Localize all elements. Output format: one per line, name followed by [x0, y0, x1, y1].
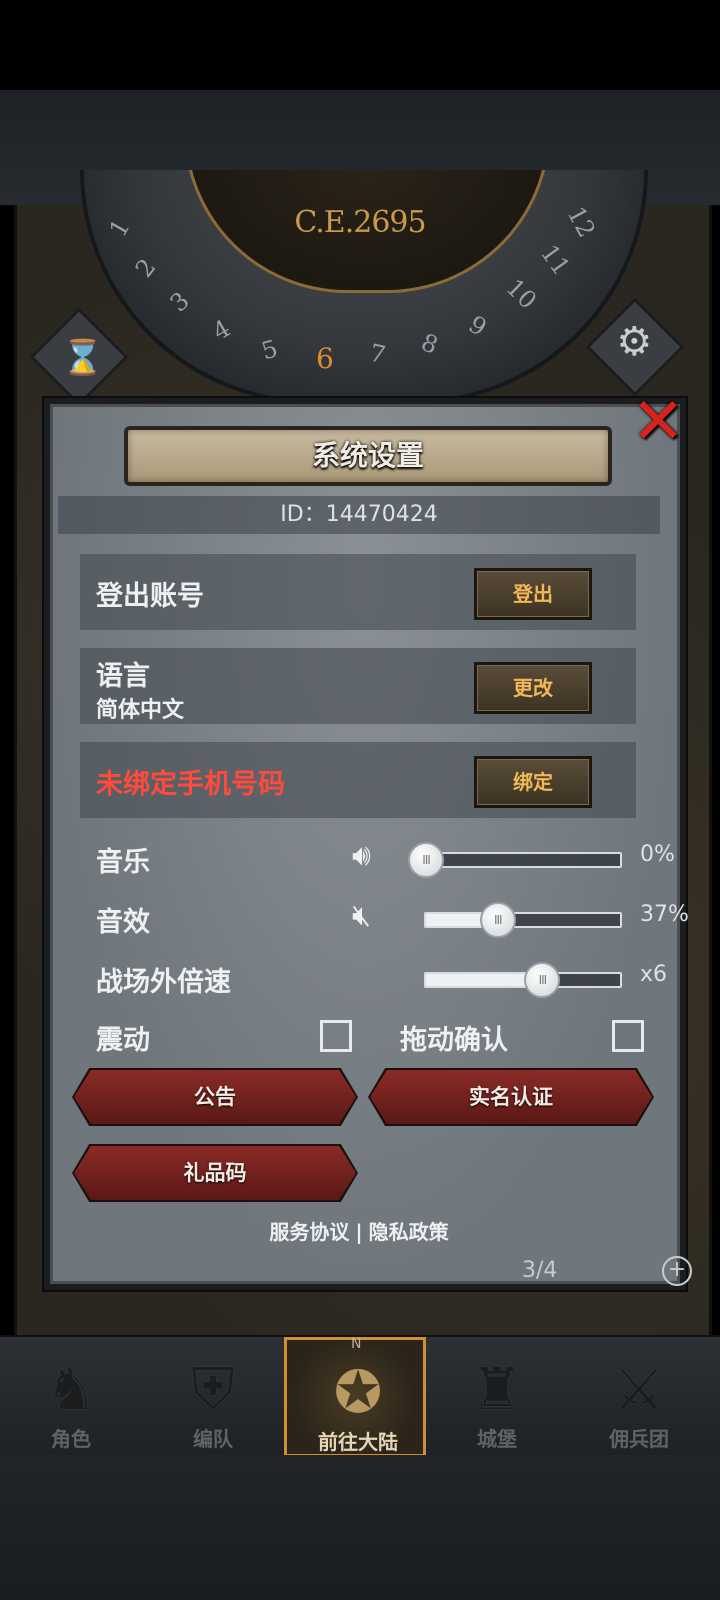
- volume-muted-icon[interactable]: 🔇︎: [352, 898, 371, 933]
- resource-count: 3/4: [522, 1258, 558, 1283]
- dial-number: 9: [463, 310, 492, 342]
- speed-value: x6: [640, 962, 668, 987]
- sfx-slider-knob[interactable]: III: [479, 902, 516, 938]
- phone-bind-row: 未绑定手机号码 绑定: [80, 742, 636, 818]
- bottom-background: [0, 1455, 720, 1600]
- close-icon: ✕: [631, 385, 685, 459]
- volume-on-icon[interactable]: 🔊︎: [352, 838, 371, 873]
- dial-number: 3: [164, 286, 195, 318]
- notice-button[interactable]: 公告: [74, 1070, 356, 1124]
- nav-tab-label: 佣兵团: [609, 1427, 669, 1451]
- speed-label: 战场外倍速: [96, 967, 231, 998]
- footer-links: 服务协议 | 隐私政策: [50, 1216, 668, 1245]
- dial-number: 4: [208, 314, 236, 346]
- nav-tab-castle[interactable]: ♜ 城堡: [426, 1337, 568, 1457]
- dial-number-active: 6: [316, 342, 334, 375]
- music-slider-knob[interactable]: III: [408, 842, 444, 878]
- logout-button[interactable]: 登出: [474, 568, 592, 620]
- footer-separator: |: [355, 1220, 363, 1244]
- language-label: 语言: [96, 661, 150, 692]
- terms-link[interactable]: 服务协议: [269, 1220, 349, 1244]
- account-row: 登出账号 登出: [80, 554, 636, 630]
- music-label: 音乐: [96, 847, 150, 878]
- speed-slider[interactable]: III: [424, 962, 622, 998]
- dial-number: 10: [500, 273, 542, 315]
- dial-number: 1: [103, 214, 136, 242]
- nav-tab-formation[interactable]: ⛨ 编队: [142, 1337, 284, 1457]
- nav-tab-label: 编队: [193, 1427, 233, 1451]
- dialog-title: 系统设置: [124, 426, 612, 486]
- vibration-checkbox[interactable]: [320, 1020, 352, 1052]
- dial-number: 11: [534, 239, 576, 281]
- language-row: 语言 简体中文 更改: [80, 648, 636, 724]
- knight-icon: ♞: [45, 1355, 97, 1423]
- phone-unbound-label: 未绑定手机号码: [96, 769, 285, 800]
- dial-number: 8: [417, 328, 442, 360]
- nav-tab-label: 角色: [51, 1427, 91, 1451]
- vibration-label: 震动: [96, 1025, 150, 1056]
- speed-slider-knob[interactable]: III: [524, 962, 561, 998]
- dial-number: 5: [258, 334, 281, 366]
- nav-tab-label: 城堡: [477, 1427, 517, 1451]
- compass-icon: ✪: [333, 1358, 383, 1426]
- hourglass-icon: ⌛: [61, 337, 104, 378]
- language-value: 简体中文: [96, 698, 185, 723]
- real-name-button[interactable]: 实名认证: [370, 1070, 652, 1124]
- drag-confirm-checkbox[interactable]: [612, 1020, 644, 1052]
- bind-phone-button[interactable]: 绑定: [474, 756, 592, 808]
- close-button[interactable]: ✕: [628, 390, 688, 454]
- compass-north-marker: N: [351, 1336, 362, 1352]
- castle-icon: ♜: [471, 1355, 523, 1423]
- sfx-label: 音效: [96, 907, 150, 938]
- sfx-slider[interactable]: III: [424, 902, 622, 938]
- dial-number: 7: [367, 338, 389, 370]
- sfx-row: 音效 🔇︎ III 37%: [96, 894, 689, 942]
- nav-tab-character[interactable]: ♞ 角色: [0, 1337, 142, 1457]
- dial-number: 2: [129, 253, 162, 283]
- change-language-button[interactable]: 更改: [474, 662, 592, 714]
- speed-row: 战场外倍速 III x6: [96, 954, 668, 1002]
- privacy-link[interactable]: 隐私政策: [369, 1220, 449, 1244]
- nav-tab-continent[interactable]: N ✪ 前往大陆: [284, 1336, 426, 1457]
- nav-tab-label: 前往大陆: [318, 1430, 398, 1454]
- gift-code-button[interactable]: 礼品码: [74, 1146, 356, 1200]
- helmet-icon: ⛨: [191, 1355, 235, 1423]
- music-row: 音乐 🔊︎ III 0%: [96, 834, 675, 882]
- music-slider[interactable]: III: [408, 842, 622, 878]
- logout-label: 登出账号: [96, 581, 204, 612]
- player-id: ID：14470424: [58, 496, 660, 534]
- dial-number: 12: [561, 201, 601, 243]
- sfx-value: 37%: [640, 902, 689, 927]
- bottom-navigation: ♞ 角色 ⛨ 编队 N ✪ 前往大陆 ♜ 城堡 ⚔ 佣兵团: [0, 1335, 720, 1457]
- system-settings-dialog: 系统设置 ✕ ID：14470424 登出账号 登出 语言 简体中文 更改 未绑…: [44, 390, 689, 1290]
- plus-icon[interactable]: +: [662, 1256, 692, 1286]
- gear-icon: ⚙: [616, 319, 653, 366]
- mercenary-icon: ⚔: [613, 1355, 665, 1423]
- drag-confirm-label: 拖动确认: [400, 1025, 508, 1056]
- nav-tab-mercenary[interactable]: ⚔ 佣兵团: [568, 1337, 710, 1457]
- music-value: 0%: [640, 842, 675, 867]
